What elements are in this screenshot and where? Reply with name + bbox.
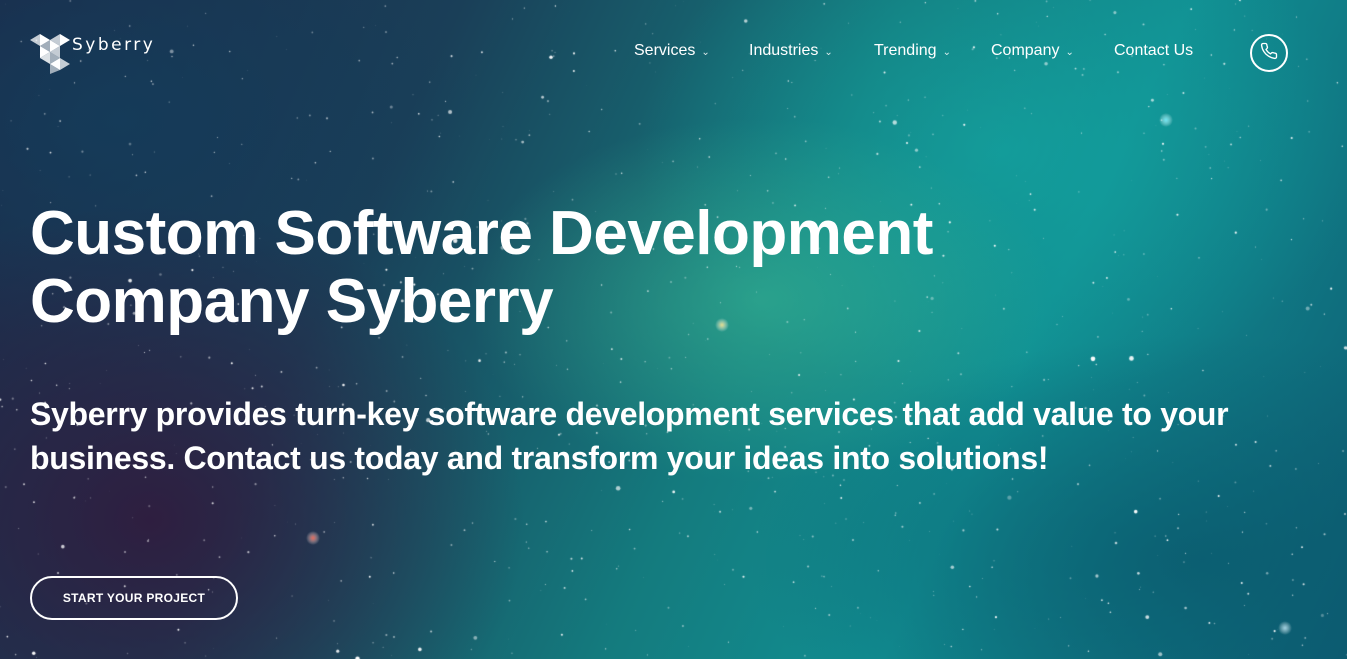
- nav-item-label: Company: [991, 42, 1060, 59]
- hero-subtitle: Syberry provides turn-key software devel…: [30, 396, 1229, 476]
- start-project-button[interactable]: START YOUR PROJECT: [30, 576, 238, 620]
- nav-item-label: Contact Us: [1114, 42, 1194, 59]
- page-title: Custom Software Development Company Sybe…: [30, 199, 933, 336]
- chevron-down-icon: ⌄: [1065, 46, 1074, 58]
- nav-item-contact-us[interactable]: Contact Us: [1114, 42, 1193, 60]
- nav-item-trending[interactable]: Trending ⌄: [874, 42, 951, 60]
- nav-item-label: Services: [634, 42, 696, 59]
- chevron-down-icon: ⌄: [701, 46, 710, 58]
- hero-section: Syberry Services ⌄ Industries ⌄ Trending…: [0, 0, 1347, 659]
- triangle-cluster-logo-icon: [30, 32, 70, 74]
- phone-button[interactable]: [1250, 34, 1288, 72]
- brand-name: Syberry: [72, 35, 156, 55]
- chevron-down-icon: ⌄: [942, 46, 951, 58]
- site-header: Syberry Services ⌄ Industries ⌄ Trending…: [0, 0, 1347, 100]
- nav-item-services[interactable]: Services ⌄: [634, 42, 710, 60]
- nav-item-industries[interactable]: Industries ⌄: [749, 42, 833, 60]
- nav-item-label: Trending: [874, 42, 937, 59]
- nav-item-label: Industries: [749, 42, 819, 59]
- logo-link[interactable]: Syberry: [30, 32, 155, 74]
- phone-icon: [1260, 42, 1278, 65]
- nav-item-company[interactable]: Company ⌄: [991, 42, 1074, 60]
- chevron-down-icon: ⌄: [824, 46, 833, 58]
